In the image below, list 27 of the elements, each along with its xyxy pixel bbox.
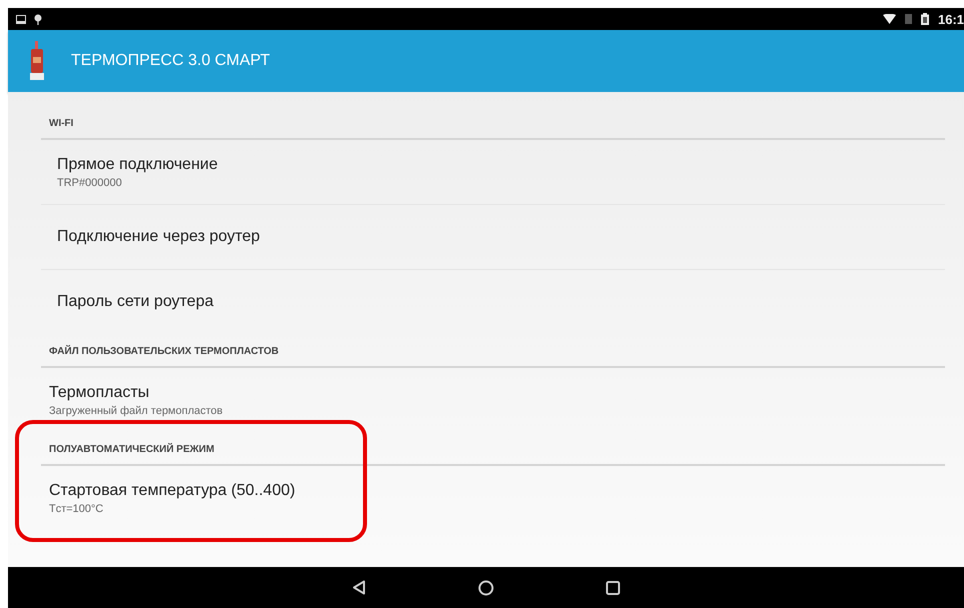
section-header: ПОЛУАВТОМАТИЧЕСКИЙ РЕЖИМ — [49, 444, 214, 455]
preference-item[interactable]: Пароль сети роутера — [41, 270, 945, 334]
app-title: ТЕРМОПРЕСС 3.0 СМАРТ — [71, 52, 270, 70]
preference-item[interactable]: Термопласты Загруженный файл термопластов — [41, 368, 945, 432]
item-title: Стартовая температура (50..400) — [49, 482, 296, 500]
item-summary: Tст=100°C — [49, 502, 104, 514]
device-icon — [29, 41, 45, 81]
item-title: Прямое подключение — [57, 156, 219, 174]
section-header: ФАЙЛ ПОЛЬЗОВАТЕЛЬСКИХ ТЕРМОПЛАСТОВ — [49, 346, 279, 357]
item-title: Подключение через роутер — [57, 228, 261, 246]
back-icon[interactable] — [352, 580, 366, 595]
home-icon[interactable] — [478, 580, 494, 596]
signal-icon — [905, 14, 912, 24]
battery-icon — [921, 13, 929, 25]
clock-time: 16:1 — [938, 12, 964, 26]
preference-item[interactable]: Прямое подключение TRP#000000 — [41, 140, 945, 205]
recents-icon[interactable] — [606, 580, 620, 594]
item-title: Пароль сети роутера — [57, 293, 214, 311]
wifi-icon — [883, 14, 896, 24]
pin-icon — [34, 14, 42, 24]
section-header: WI-FI — [49, 118, 74, 129]
screen-icon — [16, 14, 26, 24]
preference-item[interactable]: Стартовая температура (50..400) Tст=100°C — [41, 466, 945, 530]
preference-item[interactable]: Подключение через роутер — [41, 205, 945, 270]
item-summary: Загруженный файл термопластов — [49, 404, 224, 416]
item-summary: TRP#000000 — [57, 176, 123, 188]
item-title: Термопласты — [49, 384, 150, 402]
